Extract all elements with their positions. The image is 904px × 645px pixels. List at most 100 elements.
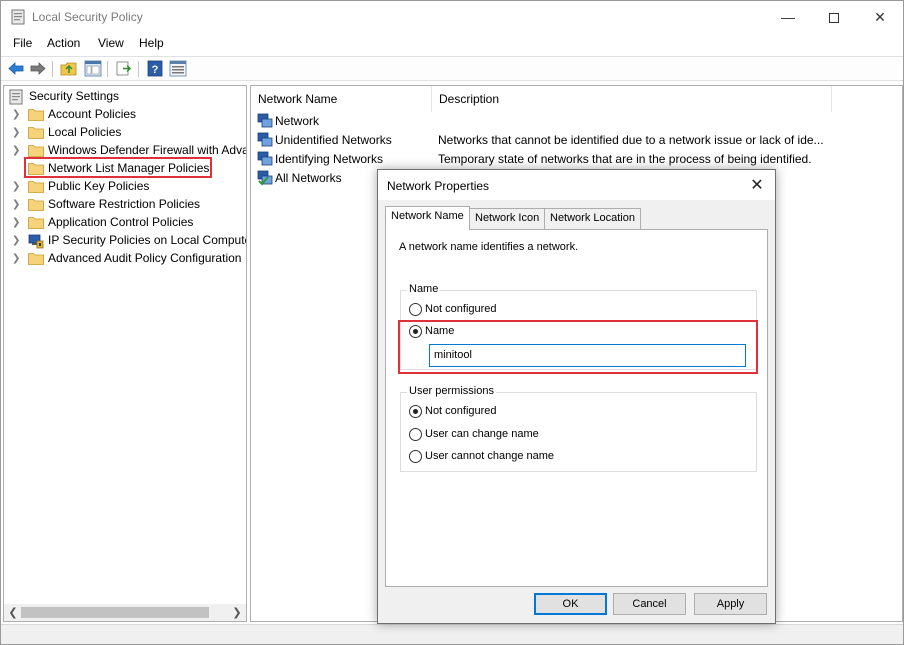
scrollbar-thumb[interactable]	[21, 607, 209, 618]
chevron-right-icon[interactable]: ❯	[12, 110, 20, 120]
network-description: Networks that cannot be identified due t…	[438, 133, 824, 147]
list-row-network[interactable]: Network	[251, 112, 901, 131]
folder-icon	[28, 145, 44, 157]
menu-help[interactable]: Help	[139, 36, 164, 50]
radio-button[interactable]	[409, 303, 422, 316]
network-icon	[257, 151, 273, 166]
folder-icon	[28, 181, 44, 193]
forward-arrow-icon[interactable]	[29, 60, 47, 77]
toolbar-separator	[138, 61, 139, 77]
tree-item-local-policies[interactable]: ❯ Local Policies	[4, 124, 244, 142]
radio-label: User cannot change name	[425, 450, 555, 462]
chevron-right-icon[interactable]: ❯	[12, 218, 20, 228]
tree-item-application-control-policies[interactable]: ❯ Application Control Policies	[4, 214, 244, 232]
close-window-button[interactable]: ✕	[857, 1, 903, 33]
network-properties-dialog: Network Properties ✕ Network Name Networ…	[377, 169, 776, 624]
minimize-button[interactable]: —	[765, 1, 811, 33]
tree-root-security-settings[interactable]: Security Settings	[4, 88, 244, 106]
tree-item-label: Advanced Audit Policy Configuration	[48, 251, 242, 265]
folder-icon	[28, 253, 44, 265]
radio-name-not-configured[interactable]: Not configured	[409, 302, 609, 318]
tab-network-name[interactable]: Network Name	[385, 206, 470, 230]
panel-description: A network name identifies a network.	[399, 241, 579, 253]
column-header-network-name[interactable]: Network Name	[251, 86, 432, 112]
tree-item-label: IP Security Policies on Local Compute	[48, 233, 247, 247]
tree-item-label: Windows Defender Firewall with Adva	[48, 143, 247, 157]
network-name: Network	[275, 114, 320, 128]
highlight-annotation-box	[398, 320, 758, 374]
tree-item-public-key-policies[interactable]: ❯ Public Key Policies	[4, 178, 244, 196]
menu-file[interactable]: File	[13, 36, 32, 50]
chevron-right-icon[interactable]: ❯	[12, 236, 20, 246]
help-icon[interactable]: ?	[146, 60, 164, 77]
selection-highlight-box	[24, 157, 212, 178]
minimize-icon: —	[781, 9, 795, 25]
list-row-identifying-networks[interactable]: Identifying Networks Temporary state of …	[251, 150, 901, 169]
permissions-group-title: User permissions	[407, 385, 496, 397]
title-bar: Local Security Policy — ✕	[1, 1, 903, 33]
tree-item-label: Local Policies	[48, 125, 122, 139]
apply-button[interactable]: Apply	[694, 593, 767, 615]
tree-root-label: Security Settings	[29, 89, 120, 103]
tree-item-ip-security-policies[interactable]: ❯ IP Security Policies on Local Compute	[4, 232, 247, 250]
tree-horizontal-scrollbar[interactable]: ❮ ❯	[4, 604, 246, 621]
maximize-button[interactable]	[811, 1, 857, 33]
svg-text:?: ?	[152, 64, 159, 76]
scroll-left-icon[interactable]: ❮	[6, 606, 20, 619]
network-name: All Networks	[275, 171, 342, 185]
menu-action[interactable]: Action	[47, 36, 80, 50]
console-tree-pane: Security Settings ❯ Account Policies ❯ L…	[3, 85, 247, 622]
status-bar	[1, 624, 903, 644]
folder-icon	[28, 109, 44, 121]
menu-bar: File Action View Help	[1, 33, 903, 55]
show-hide-tree-icon[interactable]	[84, 60, 102, 77]
tab-network-icon[interactable]: Network Icon	[469, 208, 546, 229]
radio-user-cannot-change-name[interactable]: User cannot change name	[409, 449, 609, 465]
column-header-description[interactable]: Description	[432, 86, 832, 112]
chevron-right-icon[interactable]: ❯	[12, 254, 20, 264]
tab-network-location[interactable]: Network Location	[544, 208, 641, 229]
radio-button-checked[interactable]	[409, 405, 422, 418]
tree-item-software-restriction-policies[interactable]: ❯ Software Restriction Policies	[4, 196, 244, 214]
folder-icon	[28, 127, 44, 139]
ok-button[interactable]: OK	[534, 593, 607, 615]
export-list-icon[interactable]	[115, 60, 133, 77]
dialog-title-bar: Network Properties ✕	[378, 170, 775, 200]
cancel-button[interactable]: Cancel	[613, 593, 686, 615]
chevron-right-icon[interactable]: ❯	[12, 200, 20, 210]
all-networks-icon	[257, 170, 273, 186]
radio-label: User can change name	[425, 428, 539, 440]
security-settings-icon	[9, 89, 23, 105]
dialog-title: Network Properties	[387, 179, 490, 193]
network-description: Temporary state of networks that are in …	[438, 152, 812, 166]
radio-label: Not configured	[425, 405, 497, 417]
toolbar: ?	[1, 56, 903, 81]
properties-view-icon[interactable]	[169, 60, 187, 77]
list-row-unidentified-networks[interactable]: Unidentified Networks Networks that cann…	[251, 131, 901, 150]
network-name: Unidentified Networks	[275, 133, 392, 147]
tree-item-label: Public Key Policies	[48, 179, 150, 193]
dialog-close-icon[interactable]: ✕	[747, 175, 767, 195]
toolbar-separator	[52, 61, 53, 77]
back-arrow-icon[interactable]	[7, 60, 25, 77]
tree-item-label: Software Restriction Policies	[48, 197, 201, 211]
radio-button[interactable]	[409, 428, 422, 441]
menu-view[interactable]: View	[98, 36, 124, 50]
network-icon	[257, 113, 273, 128]
tree-item-account-policies[interactable]: ❯ Account Policies	[4, 106, 244, 124]
tree-item-advanced-audit-policy[interactable]: ❯ Advanced Audit Policy Configuration	[4, 250, 244, 268]
chevron-right-icon[interactable]: ❯	[12, 128, 20, 138]
radio-label: Not configured	[425, 303, 497, 315]
tab-panel-network-name: A network name identifies a network. Nam…	[385, 229, 768, 587]
name-group-title: Name	[407, 283, 441, 295]
chevron-right-icon[interactable]: ❯	[12, 182, 20, 192]
radio-permissions-not-configured[interactable]: Not configured	[409, 404, 609, 420]
tree-item-label: Account Policies	[48, 107, 137, 121]
scroll-right-icon[interactable]: ❯	[230, 606, 244, 619]
up-folder-icon[interactable]	[60, 60, 78, 77]
radio-user-can-change-name[interactable]: User can change name	[409, 427, 609, 443]
network-name: Identifying Networks	[275, 152, 384, 166]
security-policy-app-icon	[11, 9, 25, 25]
chevron-right-icon[interactable]: ❯	[12, 146, 20, 156]
radio-button[interactable]	[409, 450, 422, 463]
